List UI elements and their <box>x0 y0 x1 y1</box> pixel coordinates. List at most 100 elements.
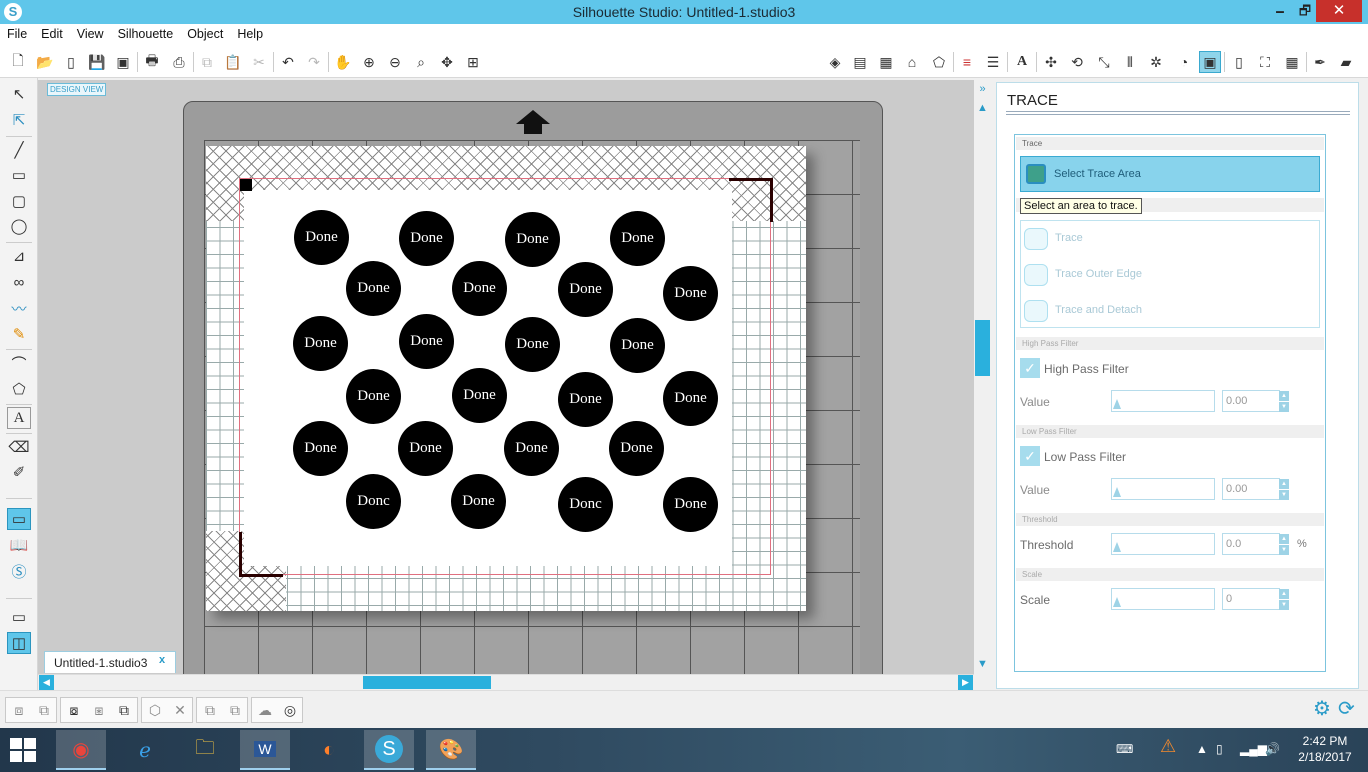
fill-color-icon[interactable]: ◈ <box>824 51 846 73</box>
notification-badge-icon[interactable]: ⚠ <box>1160 736 1176 757</box>
settings-gear-icon[interactable]: ⚙ <box>1313 696 1331 721</box>
release-compound-path-icon[interactable]: ⧆ <box>88 699 110 721</box>
undo-icon[interactable]: ↶ <box>277 51 299 73</box>
registration-marks-icon[interactable]: ⛶ <box>1254 51 1276 73</box>
low-pass-slider[interactable] <box>1111 478 1215 500</box>
group-icon[interactable]: ⧈ <box>8 699 30 721</box>
save-icon[interactable]: 💾 <box>86 51 108 73</box>
low-pass-value-input[interactable]: 0.00 ▲ ▼ <box>1222 478 1289 501</box>
freehand-tool-icon[interactable]: 〰 <box>7 297 31 319</box>
chrome-taskbar-icon[interactable]: ◉ <box>56 730 106 770</box>
done-circle[interactable]: Done <box>609 421 664 476</box>
scale-slider[interactable] <box>1111 588 1215 610</box>
replicate-icon[interactable]: ✲ <box>1145 51 1167 73</box>
start-button[interactable] <box>10 738 38 764</box>
done-circle[interactable]: Done <box>293 421 348 476</box>
done-circle[interactable]: Done <box>293 316 348 371</box>
scale-icon[interactable]: ⤡ <box>1093 51 1115 73</box>
done-circle[interactable]: Done <box>663 477 718 532</box>
menu-object[interactable]: Object <box>180 24 230 44</box>
send-to-silhouette-icon[interactable]: ▰ <box>1335 51 1357 73</box>
regular-polygon-tool-icon[interactable]: ⬠ <box>7 378 31 400</box>
scroll-down-icon[interactable]: ▼ <box>975 656 990 672</box>
done-circle[interactable]: Done <box>346 369 401 424</box>
curve-tool-icon[interactable]: ∞ <box>7 271 31 293</box>
clock[interactable]: 2:42 PM 2/18/2017 <box>1290 733 1360 765</box>
done-circle[interactable]: Done <box>399 211 454 266</box>
word-taskbar-icon[interactable]: W <box>240 730 290 770</box>
mirror-icon[interactable]: ⫴ <box>1119 51 1141 73</box>
document-tab[interactable]: Untitled-1.studio3 x <box>44 651 176 673</box>
line-style-icon[interactable]: ⬠ <box>928 51 950 73</box>
polygon-tool-icon[interactable]: ⊿ <box>7 245 31 267</box>
close-button[interactable]: ✕ <box>1316 0 1362 22</box>
text-tool-icon[interactable]: A <box>7 407 31 429</box>
threshold-value-input[interactable]: 0.0 ▲ ▼ <box>1222 533 1289 556</box>
fit-to-page-icon[interactable]: ⊞ <box>462 51 484 73</box>
zoom-in-icon[interactable]: ⊕ <box>358 51 380 73</box>
done-circle[interactable]: Done <box>505 317 560 372</box>
paint-taskbar-icon[interactable]: 🎨 <box>426 730 476 770</box>
scroll-right-icon[interactable]: ▶ <box>958 675 973 690</box>
rectangle-tool-icon[interactable]: ▭ <box>7 164 31 186</box>
high-pass-value-input[interactable]: 0.00 ▲ ▼ <box>1222 390 1289 413</box>
eraser-tool-icon[interactable]: ⌫ <box>7 436 31 458</box>
done-circle[interactable]: Done <box>558 262 613 317</box>
panel-toggle-icon[interactable]: » <box>975 81 990 97</box>
align-icon[interactable]: ✣ <box>1040 51 1062 73</box>
trace-icon[interactable]: ▣ <box>1199 51 1221 73</box>
done-circle[interactable]: Donc <box>558 477 613 532</box>
vertical-scroll-thumb[interactable] <box>975 320 990 376</box>
select-tool-icon[interactable]: ↖ <box>7 83 31 105</box>
save-to-library-icon[interactable]: ▣ <box>112 51 134 73</box>
offset-icon[interactable]: ◔ <box>1173 51 1195 73</box>
line-color-icon[interactable]: ⌂ <box>901 51 923 73</box>
signal-tray-icon[interactable]: ▂▄▆ <box>1240 742 1267 756</box>
horizontal-scrollbar[interactable]: ◀ ▶ <box>38 674 974 690</box>
rounded-rectangle-tool-icon[interactable]: ▢ <box>7 190 31 212</box>
trace-outer-edge-button[interactable]: Trace Outer Edge <box>1024 263 1314 287</box>
knife-tool-icon[interactable]: ✐ <box>7 461 31 483</box>
online-store-icon[interactable]: Ⓢ <box>7 560 31 582</box>
done-circle[interactable]: Done <box>558 372 613 427</box>
menu-help[interactable]: Help <box>230 24 270 44</box>
page-setup-icon[interactable]: ▯ <box>1228 51 1250 73</box>
keyboard-tray-icon[interactable]: ⌨ <box>1116 742 1133 756</box>
single-panel-icon[interactable]: ▭ <box>7 606 31 628</box>
new-document-icon[interactable]: 🗋 <box>7 51 29 73</box>
fill-icon[interactable]: ☁ <box>254 699 276 721</box>
offset-concentric-icon[interactable]: ◎ <box>279 699 301 721</box>
library-icon[interactable]: ▯ <box>60 51 82 73</box>
done-circle[interactable]: Done <box>663 371 718 426</box>
done-circle[interactable]: Done <box>504 421 559 476</box>
print-icon[interactable]: 🖶 <box>141 51 163 73</box>
done-circle[interactable]: Done <box>346 261 401 316</box>
cut-icon[interactable]: ✂ <box>248 51 270 73</box>
line-tool-icon[interactable]: ╱ <box>7 139 31 161</box>
split-panel-icon[interactable]: ◫ <box>7 632 31 654</box>
smooth-freehand-tool-icon[interactable]: ✎ <box>7 323 31 345</box>
low-pass-checkbox[interactable]: ✓ <box>1020 446 1040 466</box>
done-circle[interactable]: Done <box>398 421 453 476</box>
done-circle[interactable]: Donc <box>346 474 401 529</box>
line-weight-icon[interactable]: ☰ <box>982 51 1004 73</box>
ellipse-tool-icon[interactable]: ◯ <box>7 215 31 237</box>
internet-explorer-taskbar-icon[interactable]: ℯ <box>120 730 170 770</box>
select-trace-area-button[interactable]: Select Trace Area <box>1020 156 1320 192</box>
pan-hand-icon[interactable]: ✋ <box>332 51 354 73</box>
send-to-back-icon[interactable]: ⧉ <box>224 699 246 721</box>
scroll-up-icon[interactable]: ▲ <box>975 100 990 116</box>
firefox-taskbar-icon[interactable]: ◐ <box>304 730 354 770</box>
copy-icon[interactable]: ⧉ <box>196 51 218 73</box>
volume-tray-icon[interactable]: 🔊 <box>1265 742 1280 756</box>
done-circle[interactable]: Done <box>452 368 507 423</box>
edit-points-tool-icon[interactable]: ⇱ <box>7 109 31 131</box>
redo-icon[interactable]: ↷ <box>303 51 325 73</box>
delete-icon[interactable]: ✕ <box>169 699 191 721</box>
done-circle[interactable]: Done <box>452 261 507 316</box>
grid-icon[interactable]: ▦ <box>1281 51 1303 73</box>
trace-and-detach-button[interactable]: Trace and Detach <box>1024 299 1314 323</box>
show-hidden-icons[interactable]: ▲ <box>1196 742 1208 756</box>
silhouette-taskbar-icon[interactable]: S <box>364 730 414 770</box>
refresh-icon[interactable]: ⟳ <box>1338 696 1355 721</box>
